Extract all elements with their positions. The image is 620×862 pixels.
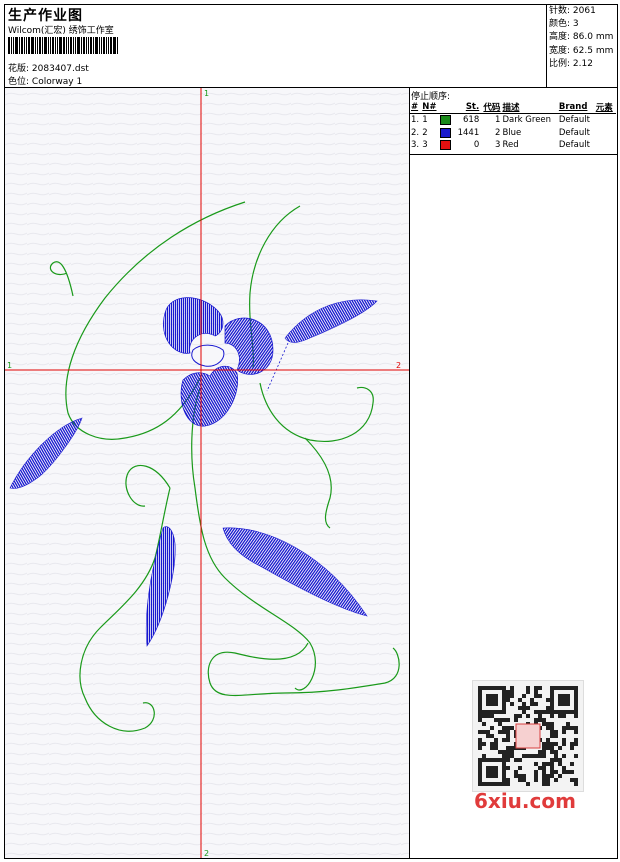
- stop-row-index: 3.: [411, 140, 420, 151]
- stop-row-stitches: 0: [473, 140, 480, 151]
- stop-table-rule: [410, 154, 618, 155]
- qr-code-svg: [478, 686, 578, 786]
- stop-row-needle: 1: [422, 115, 428, 126]
- colorway: 色位: Colorway 1: [8, 74, 82, 87]
- col-description: 描述: [501, 101, 558, 114]
- barcode: [8, 37, 141, 54]
- stop-row-description: Red: [502, 140, 519, 151]
- page-title: 生产作业图: [8, 8, 83, 24]
- stop-row-needle: 2: [422, 127, 428, 138]
- studio-name: Wilcom(汇宏) 绣饰工作室: [8, 26, 114, 36]
- colorway-value: Colorway 1: [31, 77, 83, 87]
- col-stitches: St.: [453, 101, 481, 114]
- canvas-divider: [409, 88, 410, 859]
- stop-table-header: # N# St. 代码 描述 Brand 元素: [410, 101, 616, 114]
- qr-code: [472, 680, 584, 792]
- col-needle: N#: [421, 101, 440, 114]
- stop-row: 3. 3 0 3 Red Default: [410, 139, 616, 152]
- stat-ratio: 比例: 2.12: [549, 58, 593, 69]
- design-file: 花版: 2083407.dst: [8, 61, 89, 74]
- stop-row-swatch: [439, 114, 453, 127]
- stop-row-index: 1.: [411, 115, 420, 126]
- col-code: 代码: [480, 101, 502, 114]
- watermark-text: 6xiu.com: [474, 789, 576, 813]
- stop-row-description: Dark Green: [502, 115, 552, 126]
- qr-seal: [515, 723, 541, 749]
- stop-row: 2. 2 1441 2 Blue Default: [410, 127, 616, 140]
- flower-center: [191, 344, 225, 367]
- stop-row-element: [595, 139, 616, 152]
- design-stats: 针数: 2061 颜色: 3 高度: 86.0 mm 宽度: 62.5 mm 比…: [549, 5, 613, 71]
- stop-row-swatch: [439, 139, 453, 152]
- thread-color-swatch: [440, 127, 452, 138]
- stop-row: 1. 1 618 1 Dark Green Default: [410, 114, 616, 127]
- stop-row-brand: Default: [558, 115, 590, 126]
- crosshair-label-bottom: 2: [204, 849, 209, 858]
- stop-row-swatch: [439, 127, 453, 140]
- stop-row-brand: Default: [558, 140, 590, 151]
- design-file-label: 花版:: [8, 64, 30, 74]
- design-file-value: 2083407.dst: [31, 64, 89, 74]
- canvas-texture: [5, 88, 409, 858]
- stop-row-stitches: 618: [463, 115, 480, 126]
- thread-color-swatch: [440, 140, 452, 150]
- col-element: 元素: [594, 101, 616, 114]
- stat-height: 高度: 86.0 mm: [549, 32, 614, 43]
- stop-row-stitches: 1441: [457, 127, 480, 138]
- stat-colors: 颜色: 3: [549, 19, 579, 30]
- stop-sequence-table: # N# St. 代码 描述 Brand 元素 1. 1 618 1 Dark Gree…: [410, 101, 616, 152]
- stop-row-element: [595, 114, 616, 127]
- stat-width: 宽度: 62.5 mm: [549, 45, 614, 56]
- crosshair-label-left: 1: [7, 361, 12, 370]
- crosshair-label-top: 1: [204, 89, 209, 98]
- stop-row-code: 1: [495, 115, 501, 126]
- stop-row-code: 3: [495, 140, 501, 151]
- thread-color-swatch: [440, 115, 452, 125]
- stat-stitches: 针数: 2061: [549, 6, 596, 16]
- colorway-label: 色位:: [8, 77, 30, 87]
- stop-row-brand: Default: [558, 127, 590, 138]
- stop-row-code: 2: [495, 127, 501, 138]
- crosshair-label-right: 2: [396, 361, 401, 370]
- stop-row-description: Blue: [502, 127, 522, 138]
- stop-row-index: 2.: [411, 127, 420, 138]
- stop-row-element: [595, 127, 616, 140]
- stop-row-needle: 3: [422, 140, 428, 151]
- embroidery-svg: 1 2 1 2: [5, 88, 409, 858]
- embroidery-preview: 1 2 1 2: [5, 88, 409, 858]
- stats-divider: [546, 4, 547, 88]
- col-brand: Brand: [557, 101, 595, 114]
- col-index: #: [410, 101, 422, 114]
